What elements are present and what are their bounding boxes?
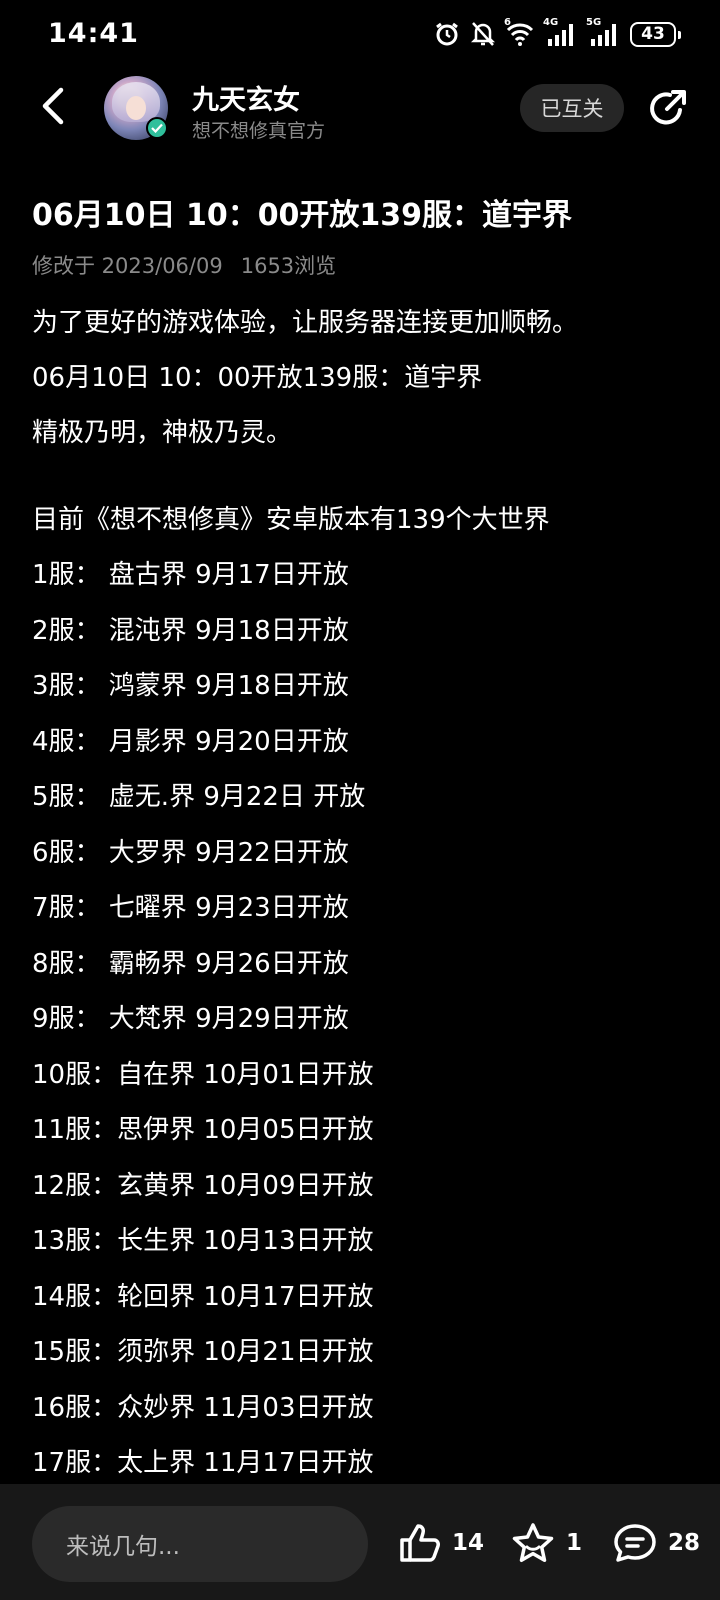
server-list-item: 9服： 大梵界 9月29日开放 — [32, 1004, 349, 1034]
author-subtitle: 想不想修真官方 — [192, 120, 326, 142]
server-list-item: 3服： 鸿蒙界 9月18日开放 — [32, 671, 349, 701]
server-list-item: 16服：众妙界 11月03日开放 — [32, 1392, 374, 1423]
server-list-item: 1服： 盘古界 9月17日开放 — [32, 560, 349, 590]
paragraph: 06月10日 10：00开放139服：道宇界 — [32, 363, 483, 393]
comments-button[interactable]: 28 — [612, 1508, 700, 1578]
server-list-item: 6服： 大罗界 9月22日开放 — [32, 837, 349, 868]
wifi-icon: 6 — [504, 17, 535, 47]
thumbs-up-icon — [400, 1524, 440, 1562]
favorite-count: 1 — [566, 1530, 583, 1556]
mute-bell-icon — [470, 20, 496, 48]
paragraph: 为了更好的游戏体验，让服务器连接更加顺畅。 — [32, 308, 579, 338]
bottom-action-bar: 来说几句... 14 1 28 — [0, 1484, 720, 1600]
article-meta: 修改于 2023/06/09 1653浏览 — [32, 250, 336, 280]
status-icons: 6 4G 5G 43 — [433, 17, 681, 50]
server-list-item: 8服： 霸畅界 9月26日开放 — [32, 948, 349, 979]
comment-count: 28 — [668, 1530, 701, 1556]
post-header: 九天玄女 想不想修真官方 已互关 — [0, 68, 720, 148]
comment-input[interactable]: 来说几句... — [32, 1506, 368, 1582]
battery-indicator: 43 — [630, 21, 681, 47]
server-list-item: 10服：自在界 10月01日开放 — [32, 1059, 374, 1090]
comment-placeholder: 来说几句... — [66, 1534, 180, 1560]
alarm-icon — [433, 20, 461, 48]
server-list-item: 12服：玄黄界 10月09日开放 — [32, 1170, 374, 1201]
favorite-button[interactable]: 1 — [510, 1508, 582, 1578]
share-button[interactable] — [646, 86, 690, 130]
comment-bubble-icon — [614, 1524, 656, 1562]
article-title: 06月10日 10：00开放139服：道宇界 — [32, 198, 573, 233]
signal-4g-icon: 4G — [543, 17, 578, 47]
server-list-item: 14服：轮回界 10月17日开放 — [32, 1281, 374, 1312]
battery-level: 43 — [641, 24, 665, 44]
server-list-item: 5服： 虚无.界 9月22日 开放 — [32, 782, 366, 812]
server-list-item: 4服： 月影界 9月20日开放 — [32, 726, 349, 757]
status-time: 14:41 — [48, 18, 139, 49]
paragraph: 精极乃明，神极乃灵。 — [32, 418, 293, 448]
like-button[interactable]: 14 — [398, 1508, 484, 1578]
star-icon — [512, 1523, 554, 1563]
signal-5g-icon: 5G — [586, 17, 621, 47]
chevron-left-icon — [42, 87, 64, 125]
like-count: 14 — [452, 1530, 485, 1556]
status-bar: 14:41 6 4G 5G 43 — [0, 0, 720, 68]
server-list-item: 7服： 七曜界 9月23日开放 — [32, 893, 349, 923]
server-list-item: 11服：思伊界 10月05日开放 — [32, 1115, 374, 1145]
server-list-item: 15服：须弥界 10月21日开放 — [32, 1337, 374, 1367]
article-body: 为了更好的游戏体验，让服务器连接更加顺畅。 06月10日 10：00开放139服… — [32, 296, 692, 1492]
share-icon — [650, 90, 686, 125]
intro-line: 目前《想不想修真》安卓版本有139个大世界 — [32, 505, 550, 535]
screen: 14:41 6 4G 5G 43 九天玄女 想不想修真官方 已互关 06月10日… — [0, 0, 720, 1600]
modified-date: 修改于 2023/06/09 — [32, 254, 223, 278]
author-name[interactable]: 九天玄女 — [192, 78, 300, 117]
server-list-item: 2服： 混沌界 9月18日开放 — [32, 615, 349, 646]
view-count: 1653浏览 — [240, 254, 337, 278]
verified-badge-icon — [146, 117, 168, 139]
follow-status-button[interactable]: 已互关 — [520, 84, 624, 132]
server-list-item: 13服：长生界 10月13日开放 — [32, 1226, 374, 1256]
back-button[interactable] — [32, 84, 72, 128]
